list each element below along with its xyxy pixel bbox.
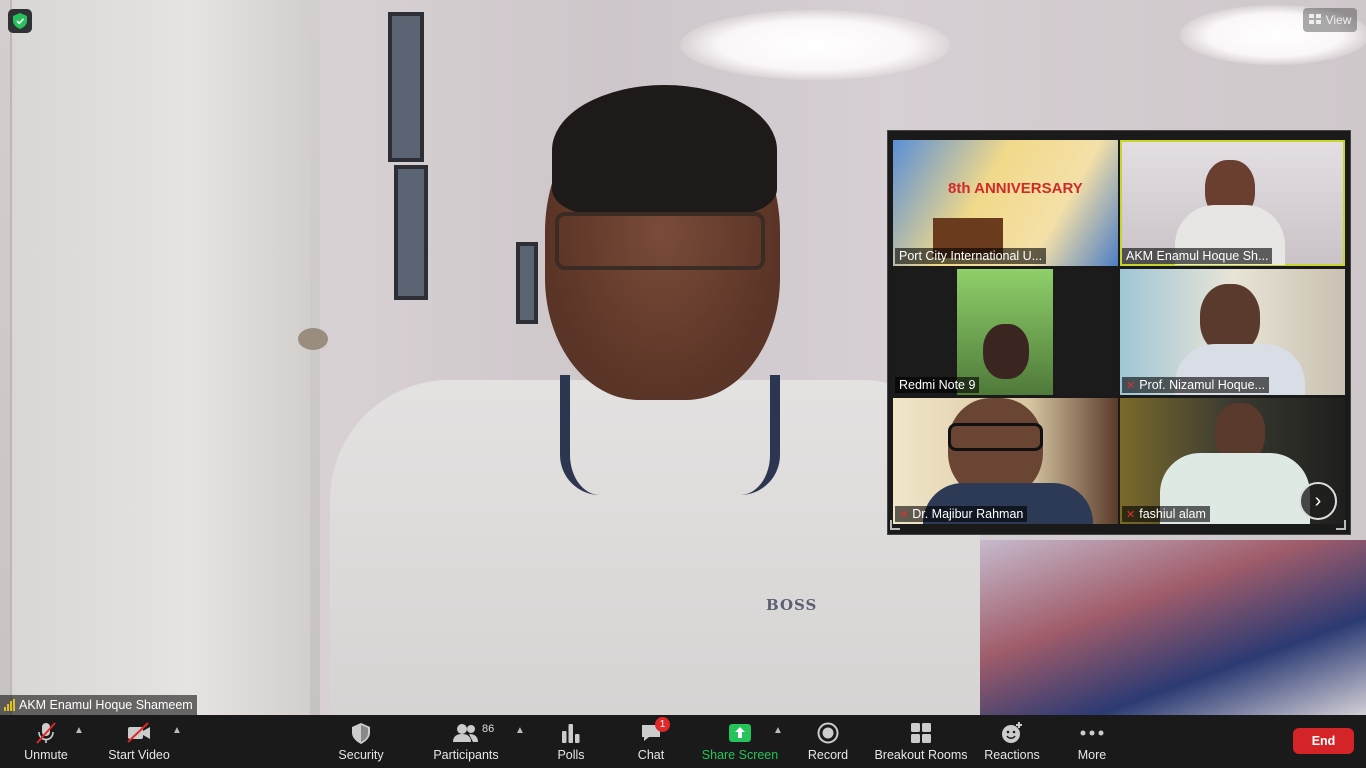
participant-name: AKM Enamul Hoque Sh... — [1122, 248, 1273, 264]
start-video-button[interactable]: Start Video — [104, 715, 174, 768]
participant-name: ✕ Dr. Majibur Rahman — [895, 506, 1028, 522]
participant-tile[interactable]: ✕ Dr. Majibur Rahman — [893, 398, 1118, 524]
breakout-rooms-icon — [910, 721, 932, 745]
share-screen-label: Share Screen — [701, 748, 779, 762]
participant-name: Redmi Note 9 — [895, 377, 980, 393]
grid-icon — [1308, 13, 1321, 27]
participants-count: 86 — [482, 723, 495, 735]
reactions-emoji-icon — [1000, 721, 1024, 745]
record-icon — [817, 721, 839, 745]
start-video-label: Start Video — [108, 748, 170, 762]
thumbnail-gallery[interactable]: 8th ANNIVERSARY Port City International … — [887, 130, 1351, 535]
eyeglasses — [555, 212, 765, 270]
room-door — [10, 0, 310, 715]
muted-mic-icon — [35, 721, 57, 745]
participant-tile[interactable]: 8th ANNIVERSARY Port City International … — [893, 140, 1118, 266]
record-label: Record — [807, 748, 849, 762]
polls-button[interactable]: Polls — [552, 715, 590, 768]
breakout-rooms-button[interactable]: Breakout Rooms — [874, 715, 968, 768]
signal-bars-icon — [4, 699, 15, 711]
participant-tile[interactable]: ✕ Prof. Nizamul Hoque... — [1120, 269, 1345, 395]
share-screen-icon — [728, 721, 752, 745]
resize-handle-icon[interactable] — [890, 520, 900, 530]
participant-face — [983, 324, 1029, 379]
participant-name: ✕ fashiul alam — [1122, 506, 1210, 522]
muted-mic-icon: ✕ — [1126, 379, 1136, 392]
reactions-label: Reactions — [984, 748, 1040, 762]
muted-mic-icon: ✕ — [1126, 508, 1136, 521]
chat-label: Chat — [637, 748, 665, 762]
participant-name: ✕ Prof. Nizamul Hoque... — [1122, 377, 1269, 393]
self-name: AKM Enamul Hoque Shameem — [19, 698, 193, 712]
more-label: More — [1077, 748, 1107, 762]
next-page-chevron-icon[interactable]: › — [1299, 482, 1337, 520]
participant-tile-active[interactable]: AKM Enamul Hoque Sh... — [1120, 140, 1345, 266]
wall-picture — [516, 242, 538, 324]
participants-icon — [452, 721, 480, 745]
ceiling-light — [680, 10, 950, 80]
end-meeting-button[interactable]: End — [1293, 728, 1354, 754]
more-dots-icon — [1080, 721, 1104, 745]
chat-unread-badge: 1 — [655, 717, 670, 732]
eyeglasses — [948, 423, 1043, 451]
share-options-chevron-icon[interactable]: ▲ — [773, 725, 783, 736]
polls-label: Polls — [557, 748, 585, 762]
shield-icon — [352, 721, 370, 745]
share-screen-button[interactable]: Share Screen — [700, 715, 780, 768]
door-handle — [298, 328, 328, 350]
meeting-toolbar: Unmute ▲ Start Video ▲ Security Particip… — [0, 715, 1366, 768]
reactions-button[interactable]: Reactions — [984, 715, 1040, 768]
security-button[interactable]: Security — [334, 715, 388, 768]
wall-picture — [394, 165, 428, 300]
participants-options-chevron-icon[interactable]: ▲ — [515, 725, 525, 736]
bed — [950, 540, 1366, 715]
view-label: View — [1325, 13, 1352, 27]
muted-mic-icon: ✕ — [899, 508, 909, 521]
security-label: Security — [338, 748, 384, 762]
participants-label: Participants — [433, 748, 499, 762]
security-shield-icon[interactable] — [8, 9, 32, 33]
participant-tile[interactable]: Redmi Note 9 — [893, 269, 1118, 395]
resize-handle-icon[interactable] — [1336, 520, 1346, 530]
breakout-rooms-label: Breakout Rooms — [874, 748, 968, 762]
participant-name: Port City International U... — [895, 248, 1047, 264]
self-name-tag: AKM Enamul Hoque Shameem — [0, 695, 197, 715]
video-options-chevron-icon[interactable]: ▲ — [172, 725, 182, 736]
person-hair — [552, 85, 777, 215]
unmute-label: Unmute — [24, 748, 68, 762]
audio-options-chevron-icon[interactable]: ▲ — [74, 725, 84, 736]
record-button[interactable]: Record — [804, 715, 852, 768]
video-off-icon — [126, 721, 152, 745]
wall-picture — [388, 12, 424, 162]
shirt-logo: BOSS — [766, 596, 818, 614]
unmute-button[interactable]: Unmute — [18, 715, 74, 768]
banner-text: 8th ANNIVERSARY — [948, 180, 1083, 197]
view-button[interactable]: View — [1303, 8, 1357, 32]
more-button[interactable]: More — [1072, 715, 1112, 768]
polls-chart-icon — [561, 721, 581, 745]
